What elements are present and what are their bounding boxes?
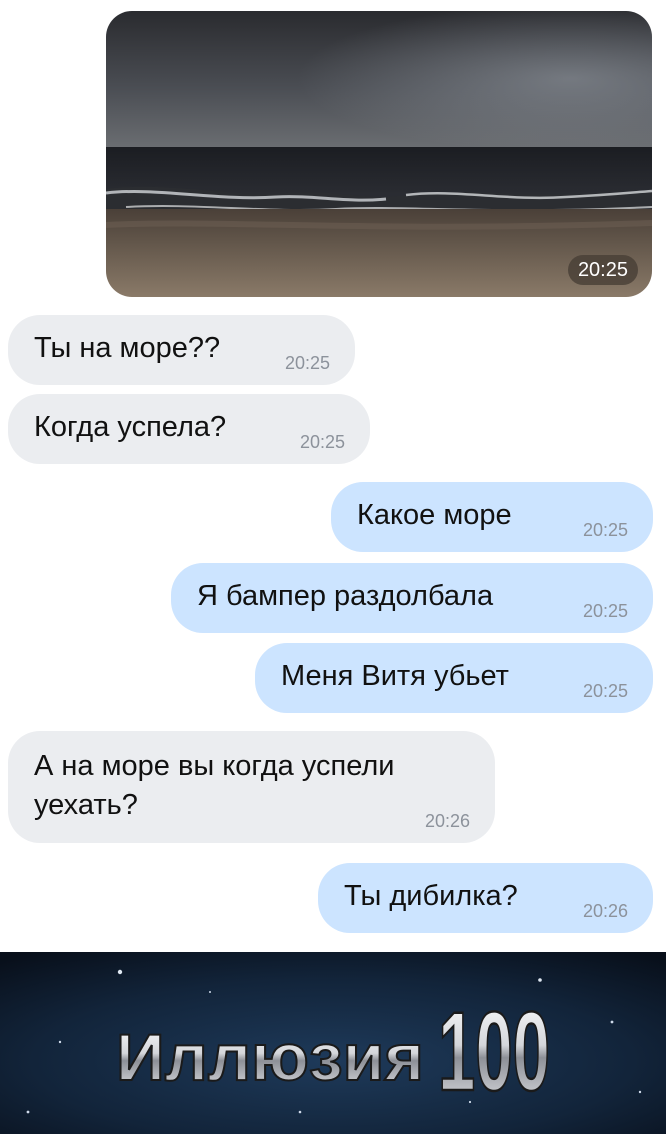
message-time: 20:26 [582, 901, 628, 921]
message-text: Меня Витя убьет [281, 660, 509, 692]
message-time: 20:25 [582, 681, 628, 701]
incoming-message[interactable]: А на море вы когда успели уехать? 20:26 [8, 731, 495, 843]
outgoing-message[interactable]: Я бампер раздолбала 20:25 [171, 563, 653, 633]
meme-caption-text: Иллюзия 100 [115, 988, 551, 1116]
outgoing-message[interactable]: Меня Витя убьет 20:25 [255, 643, 653, 713]
incoming-message[interactable]: Ты на море?? 20:25 [8, 315, 355, 385]
outgoing-message[interactable]: Ты дибилка? 20:26 [318, 863, 653, 933]
incoming-message[interactable]: Когда успела? 20:25 [8, 394, 370, 464]
message-text: Я бампер раздолбала [197, 580, 494, 612]
photo-time: 20:25 [567, 255, 638, 285]
meme-number: 100 [438, 989, 550, 1114]
message-time: 20:26 [424, 811, 470, 831]
photo-message[interactable]: 20:25 [106, 11, 652, 297]
sea-photo [106, 11, 652, 297]
chat-area: 20:25 Ты на море?? 20:25 Когда успела? 2… [0, 0, 666, 952]
meme-caption: Иллюзия 100 [0, 952, 666, 1134]
message-text: А на море вы когда успели уехать? [34, 750, 395, 821]
outgoing-message[interactable]: Какое море 20:25 [331, 482, 653, 552]
message-time: 20:25 [582, 520, 628, 540]
meme-caption-strip: Иллюзия 100 [0, 952, 666, 1134]
message-time: 20:25 [284, 353, 330, 373]
message-time: 20:25 [582, 601, 628, 621]
message-time: 20:25 [299, 432, 345, 452]
meme-word: Иллюзия [116, 1020, 424, 1094]
